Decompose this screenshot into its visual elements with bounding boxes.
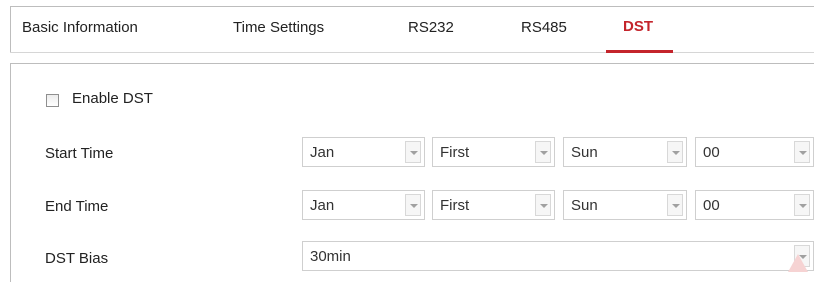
end-day-select[interactable]: Sun [563,190,687,220]
enable-dst-label: Enable DST [72,90,153,107]
end-hour-select[interactable]: 00 [695,190,814,220]
chevron-down-icon [667,141,683,163]
start-month-value: Jan [310,144,335,161]
end-day-value: Sun [571,197,598,214]
end-month-value: Jan [310,197,335,214]
start-hour-value: 00 [703,144,720,161]
chevron-down-icon [794,194,810,216]
active-tab-indicator [606,50,673,53]
dst-bias-select[interactable]: 30min [302,241,814,271]
start-hour-select[interactable]: 00 [695,137,814,167]
chevron-down-icon [535,194,551,216]
end-week-select[interactable]: First [432,190,555,220]
end-week-value: First [440,197,470,214]
start-day-select[interactable]: Sun [563,137,687,167]
end-month-select[interactable]: Jan [302,190,425,220]
start-week-value: First [440,144,470,161]
end-hour-value: 00 [703,197,720,214]
tab-basic-information[interactable]: Basic Information [22,19,138,36]
tab-rs485[interactable]: RS485 [521,19,567,36]
start-week-select[interactable]: First [432,137,555,167]
end-time-label: End Time [45,198,109,215]
dst-bias-label: DST Bias [45,250,109,267]
watermark-icon [788,254,808,272]
tab-rs232[interactable]: RS232 [408,19,454,36]
chevron-down-icon [405,194,421,216]
chevron-down-icon [794,141,810,163]
start-time-label: Start Time [45,145,114,162]
chevron-down-icon [667,194,683,216]
start-day-value: Sun [571,144,598,161]
tab-dst[interactable]: DST [623,18,653,35]
enable-dst-checkbox[interactable] [46,94,59,107]
chevron-down-icon [535,141,551,163]
tab-time-settings[interactable]: Time Settings [233,19,324,36]
tab-bar-divider [10,52,814,53]
dst-bias-value: 30min [310,248,351,265]
start-month-select[interactable]: Jan [302,137,425,167]
chevron-down-icon [405,141,421,163]
